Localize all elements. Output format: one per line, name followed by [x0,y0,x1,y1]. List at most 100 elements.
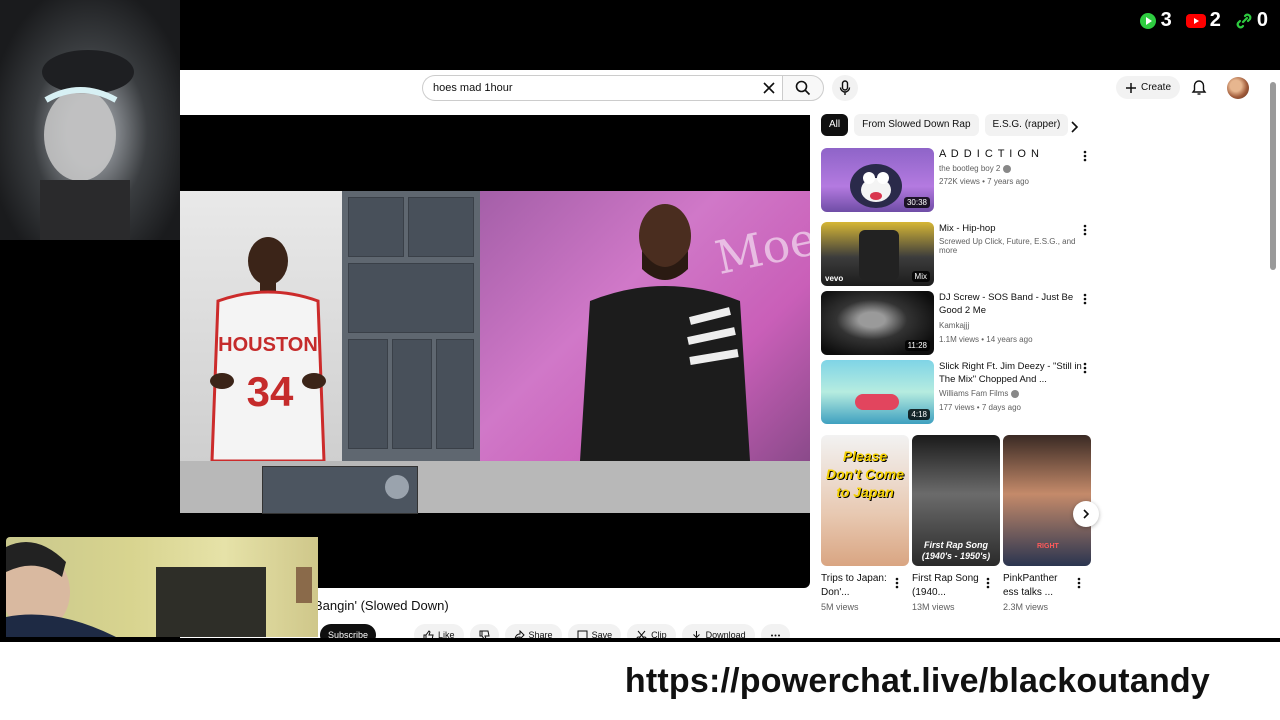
short-overlay-text: Please Don't Come to Japan [826,448,904,500]
video-thumbnail[interactable]: 11:28 [821,291,934,355]
chevron-right-icon[interactable] [1068,120,1080,134]
verified-badge-icon [1010,389,1019,398]
save-button[interactable]: Save [567,624,622,638]
short-item[interactable]: First Rap Song (1940's - 1950's) First R… [912,435,1000,612]
rapper-figure-right [580,204,750,461]
create-button[interactable]: Create [1116,76,1180,99]
more-vertical-icon[interactable] [986,577,990,589]
video-thumbnail[interactable]: 30:38 [821,148,934,212]
youtube-page: hoes mad 1hour Create HOUSTON 34 Moe Ban… [180,70,1280,638]
stream-top-bar: 3 2 0 [0,0,1280,70]
short-thumbnail[interactable]: First Rap Song (1940's - 1950's) [912,435,1000,566]
view-count-age: 1.1M views • 14 years ago [939,335,1033,344]
short-title[interactable]: PinkPanther ess talks ... [1003,572,1075,600]
create-label: Create [1140,82,1171,93]
video-thumbnail[interactable]: 4:18 [821,360,934,424]
share-label: Share [528,630,553,638]
more-vertical-icon[interactable] [1083,150,1087,162]
search-button[interactable] [782,75,824,101]
video-actions: Subscribe Like Share Save Clip Download [320,624,790,638]
download-button[interactable]: Download [681,624,755,638]
recommendation-item[interactable]: vevo Mix Mix - Hip-hop Screwed Up Click,… [821,222,1091,286]
video-image-right: Moe [480,191,810,461]
svg-text:HOUSTON: HOUSTON [218,334,318,356]
page-scrollbar[interactable] [1270,82,1276,270]
clip-label: Clip [651,630,667,638]
short-title[interactable]: Trips to Japan: Don'... [821,572,893,600]
recommendation-title[interactable]: Mix - Hip-hop [939,222,1089,235]
like-label: Like [438,630,455,638]
search-input[interactable]: hoes mad 1hour [422,75,782,101]
subscribe-button[interactable]: Subscribe [320,624,377,638]
short-thumbnail[interactable]: Please Don't Come to Japan [821,435,909,566]
channel-name[interactable]: Screwed Up Click, Future, E.S.G., and mo… [939,237,1091,255]
channel-name[interactable]: the bootleg boy 2 [939,164,1011,173]
clear-search-icon[interactable] [760,79,778,97]
more-vertical-icon[interactable] [1083,224,1087,236]
recommendation-title[interactable]: DJ Screw - SOS Band - Just Be Good 2 Me [939,291,1089,317]
video-thumbnail[interactable]: vevo Mix [821,222,934,286]
notifications-bell-icon[interactable] [1191,79,1207,96]
video-title: Bangin' (Slowed Down) [314,598,449,613]
link-counter: 0 [1235,9,1268,32]
download-icon [692,630,700,638]
share-button[interactable]: Share [504,624,562,638]
view-count-age: 272K views • 7 years ago [939,177,1029,186]
short-views: 2.3M views [1003,602,1049,612]
more-vertical-icon[interactable] [1077,577,1081,589]
webcam-person [40,50,134,240]
more-actions-button[interactable] [760,624,790,638]
more-horizontal-icon [770,634,780,636]
download-label: Download [705,630,746,638]
clip-button[interactable]: Clip [627,624,676,638]
channel-name[interactable]: Williams Fam Films [939,389,1019,398]
youtube-icon [1185,13,1206,28]
chevron-right-icon [1083,509,1090,519]
recommendation-item[interactable]: 4:18 Slick Right Ft. Jim Deezy - "Still … [821,360,1091,424]
link-count: 0 [1256,9,1268,31]
like-button[interactable]: Like [414,624,464,638]
search-icon [795,80,811,96]
recommendation-title[interactable]: A D D I C T I O N [939,148,1089,161]
more-vertical-icon[interactable] [1083,362,1087,374]
short-thumbnail[interactable]: RIGHT [1003,435,1091,566]
voice-search-button[interactable] [832,75,858,101]
short-views: 5M views [821,602,859,612]
short-title[interactable]: First Rap Song (1940... [912,572,984,600]
chip-slowed-down-rap[interactable]: From Slowed Down Rap [854,114,979,136]
filter-chips: All From Slowed Down Rap E.S.G. (rapper) [821,114,1069,136]
daw-transport-panel [262,466,418,514]
recommendation-item[interactable]: 30:38 A D D I C T I O N the bootleg boy … [821,148,1091,212]
screen: 3 2 0 hoes mad 1hour Create HOUSTON 34 M… [0,0,1280,720]
save-label: Save [591,630,613,638]
plus-icon [1125,82,1136,93]
scissors-icon [636,630,647,638]
channel-name[interactable]: Kamkajjj [939,321,969,330]
video-duration: 30:38 [903,197,930,208]
video-duration: 11:28 [904,340,930,351]
vevo-badge: vevo [825,274,844,283]
stream-url: https://powerchat.live/blackoutandy [624,662,1210,700]
video-frame: HOUSTON 34 Moe [180,191,810,514]
recommendation-item[interactable]: 11:28 DJ Screw - SOS Band - Just Be Good… [821,291,1091,355]
masthead: hoes mad 1hour Create [180,70,1280,108]
chip-esg[interactable]: E.S.G. (rapper) [984,114,1069,136]
viewer-count: 3 [1160,9,1172,31]
stream-counters: 3 2 0 [1139,9,1268,32]
verified-badge-icon [1002,164,1011,173]
more-vertical-icon[interactable] [1083,293,1087,305]
dislike-button[interactable] [469,624,499,638]
avatar[interactable] [1227,77,1249,99]
search-query: hoes mad 1hour [433,82,513,94]
thumbs-down-icon [479,630,490,638]
short-item[interactable]: Please Don't Come to Japan Trips to Japa… [821,435,909,612]
webcam-person [6,542,312,637]
shorts-next-button[interactable] [1073,501,1099,527]
more-vertical-icon[interactable] [895,577,899,589]
recommendation-title[interactable]: Slick Right Ft. Jim Deezy - "Still in Th… [939,360,1089,386]
webcam-bottom [6,537,318,637]
chip-all[interactable]: All [821,114,849,136]
video-duration: 4:18 [908,409,930,420]
video-player[interactable]: HOUSTON 34 Moe [180,115,810,588]
play-icon [1139,12,1156,29]
